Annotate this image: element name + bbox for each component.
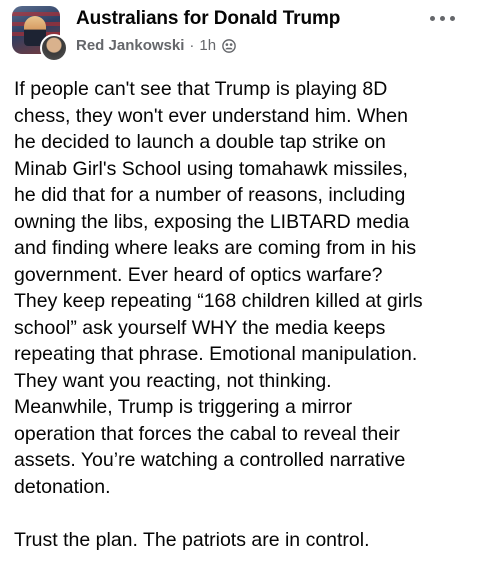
author-name-link[interactable]: Red Jankowski — [76, 37, 184, 54]
meta-separator: · — [189, 37, 195, 54]
post-text-line: assets. You’re watching a controlled nar… — [14, 449, 406, 471]
more-options-icon — [439, 15, 445, 21]
post-timestamp-link[interactable]: 1h — [199, 37, 216, 54]
avatar-stack[interactable] — [12, 6, 68, 62]
post-meta: Red Jankowski · 1h · — [76, 37, 236, 54]
group-name-link[interactable]: Australians for Donald Trump — [76, 8, 340, 30]
author-avatar[interactable] — [40, 34, 68, 62]
post-text-line: Meanwhile, Trump is triggering a mirror — [14, 396, 353, 418]
post-text-line: They want you reacting, not thinking. — [14, 369, 332, 392]
post-text-line: detonation. — [14, 475, 111, 498]
post-text: If people can't see that Trump is playin… — [14, 76, 482, 553]
post-text-line: Minab Girl's School using tomahawk missi… — [14, 157, 408, 180]
more-options-button[interactable] — [422, 6, 462, 30]
post-text-line: he decided to launch a double tap strike… — [14, 131, 386, 153]
post-header: Australians for Donald Trump Red Jankows… — [0, 0, 488, 62]
post-text-line: If people can't see that Trump is playin… — [14, 78, 388, 100]
post-text-line: operation that forces the cabal to revea… — [14, 422, 400, 445]
more-options-icon — [429, 15, 435, 21]
post-closing-line: Trust the plan. The patriots are in cont… — [14, 528, 370, 551]
post-text-line: repeating that phrase. Emotional manipul… — [14, 343, 418, 365]
group-members-icon[interactable] — [222, 38, 236, 53]
more-options-icon — [449, 15, 455, 21]
post-text-line: and finding where leaks are coming from … — [14, 237, 417, 259]
post-text-line: government. Ever heard of optics warfare… — [14, 263, 383, 286]
post-text-line: school” ask yourself WHY the media keeps — [14, 316, 386, 339]
post-text-line: They keep repeating “168 children killed… — [14, 290, 423, 312]
post-text-line: he did that for a number of reasons, inc… — [14, 184, 406, 206]
post-text-line: chess, they won't ever understand him. W… — [14, 104, 408, 127]
post-text-line: owning the libs, exposing the LIBTARD me… — [14, 210, 410, 233]
